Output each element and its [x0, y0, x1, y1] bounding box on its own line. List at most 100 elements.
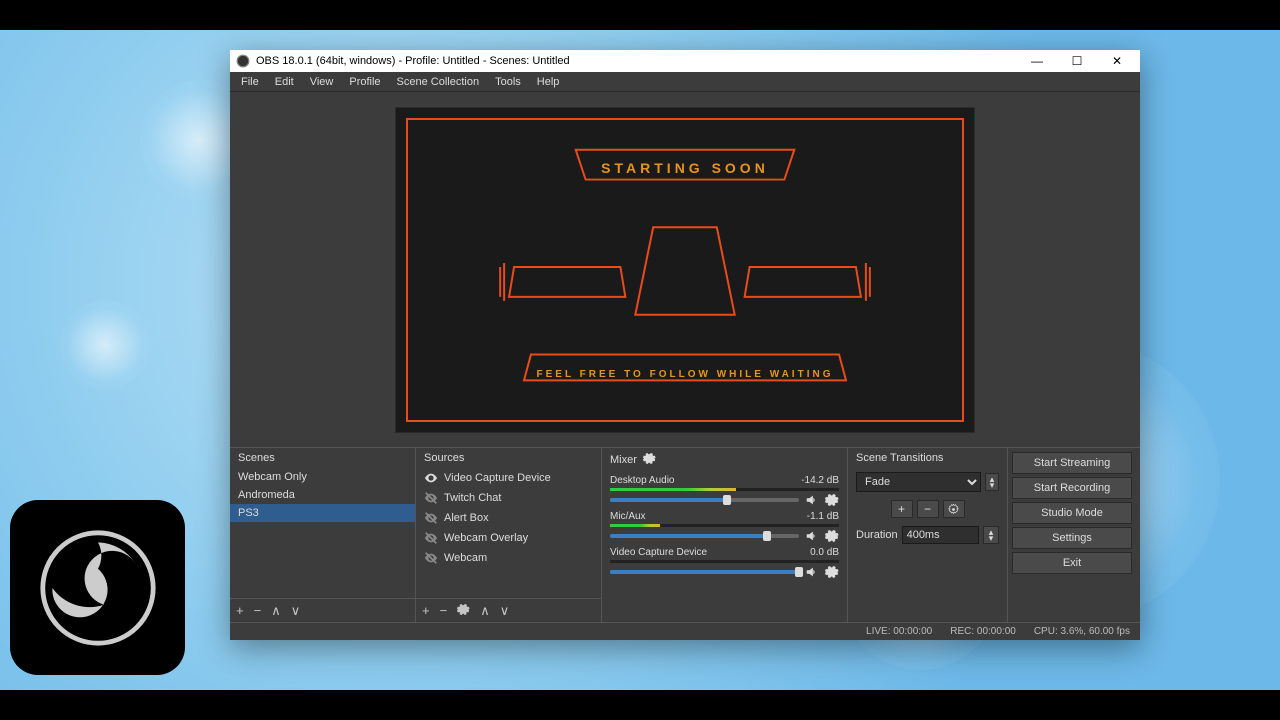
obs-window: OBS 18.0.1 (64bit, windows) - Profile: U…: [230, 50, 1140, 640]
source-row[interactable]: Twitch Chat: [416, 488, 601, 508]
preview-subtext: FEEL FREE TO FOLLOW WHILE WAITING: [537, 369, 834, 380]
menu-tools[interactable]: Tools: [488, 74, 528, 90]
source-add-button[interactable]: +: [422, 603, 430, 618]
visibility-icon[interactable]: [424, 551, 438, 565]
channel-name: Video Capture Device: [610, 547, 707, 558]
source-down-button[interactable]: ∨: [500, 603, 510, 619]
minimize-button[interactable]: —: [1020, 50, 1054, 72]
speaker-icon[interactable]: [805, 529, 819, 543]
transitions-panel: Scene Transitions Fade ▴▾ + − Duration ▴…: [848, 448, 1008, 622]
transition-select[interactable]: Fade: [856, 472, 981, 492]
scene-row[interactable]: Andromeda: [230, 486, 415, 504]
sources-panel: Sources Video Capture Device Twitch Chat A…: [416, 448, 602, 622]
transition-spin-icon[interactable]: ▴▾: [985, 473, 999, 491]
mixer-settings-icon[interactable]: [643, 452, 656, 468]
scene-add-button[interactable]: +: [236, 603, 244, 618]
obs-logo-corner: [10, 500, 185, 675]
mixer-channel: Video Capture Device 0.0 dB: [602, 544, 847, 580]
transitions-header: Scene Transitions: [848, 448, 1007, 468]
start-streaming-button[interactable]: Start Streaming: [1012, 452, 1132, 474]
source-remove-button[interactable]: −: [440, 603, 448, 618]
sources-list[interactable]: Video Capture Device Twitch Chat Alert Box…: [416, 468, 601, 598]
source-up-button[interactable]: ∧: [480, 603, 490, 619]
source-row[interactable]: Video Capture Device: [416, 468, 601, 488]
source-row[interactable]: Webcam: [416, 548, 601, 568]
preview-heading: STARTING SOON: [601, 160, 769, 176]
channel-gear-icon[interactable]: [825, 529, 839, 543]
mixer-header: Mixer: [602, 448, 847, 472]
channel-name: Desktop Audio: [610, 475, 675, 486]
menu-view[interactable]: View: [303, 74, 341, 90]
bottom-panels: Scenes Webcam OnlyAndromedaPS3 + − ∧ ∨ S…: [230, 447, 1140, 622]
mixer-list: Desktop Audio -14.2 dB Mic/Aux -1.1 dB Video…: [602, 472, 847, 622]
settings-button[interactable]: Settings: [1012, 527, 1132, 549]
speaker-icon[interactable]: [805, 493, 819, 507]
speaker-icon[interactable]: [805, 565, 819, 579]
menu-scene-collection[interactable]: Scene Collection: [390, 74, 487, 90]
menu-help[interactable]: Help: [530, 74, 567, 90]
source-label: Webcam Overlay: [444, 532, 528, 544]
audio-meter: [610, 488, 839, 491]
transition-remove-button[interactable]: −: [917, 500, 939, 518]
maximize-button[interactable]: ☐: [1060, 50, 1094, 72]
scene-remove-button[interactable]: −: [254, 603, 262, 618]
obs-icon: [236, 54, 250, 68]
audio-meter: [610, 524, 839, 527]
duration-spin-icon[interactable]: ▴▾: [983, 526, 999, 544]
start-recording-button[interactable]: Start Recording: [1012, 477, 1132, 499]
menu-profile[interactable]: Profile: [342, 74, 387, 90]
sources-toolbar: + − ∧ ∨: [416, 598, 601, 622]
status-rec: REC: 00:00:00: [950, 626, 1016, 637]
sources-header: Sources: [416, 448, 601, 468]
scene-up-button[interactable]: ∧: [271, 603, 281, 619]
close-button[interactable]: ✕: [1100, 50, 1134, 72]
menu-file[interactable]: File: [234, 74, 266, 90]
source-row[interactable]: Alert Box: [416, 508, 601, 528]
status-cpu: CPU: 3.6%, 60.00 fps: [1034, 626, 1130, 637]
visibility-icon[interactable]: [424, 531, 438, 545]
exit-button[interactable]: Exit: [1012, 552, 1132, 574]
volume-slider[interactable]: [610, 534, 799, 538]
source-label: Video Capture Device: [444, 472, 551, 484]
studio-mode-button[interactable]: Studio Mode: [1012, 502, 1132, 524]
visibility-icon[interactable]: [424, 471, 438, 485]
source-label: Alert Box: [444, 512, 489, 524]
transition-add-button[interactable]: +: [891, 500, 913, 518]
statusbar: LIVE: 00:00:00 REC: 00:00:00 CPU: 3.6%, …: [230, 622, 1140, 640]
source-row[interactable]: Webcam Overlay: [416, 528, 601, 548]
channel-db: 0.0 dB: [810, 547, 839, 558]
visibility-icon[interactable]: [424, 491, 438, 505]
transition-settings-button[interactable]: [943, 500, 965, 518]
channel-db: -14.2 dB: [801, 475, 839, 486]
channel-name: Mic/Aux: [610, 511, 646, 522]
source-settings-button[interactable]: [457, 603, 470, 619]
scenes-toolbar: + − ∧ ∨: [230, 598, 415, 622]
menubar: File Edit View Profile Scene Collection …: [230, 72, 1140, 92]
mixer-channel: Desktop Audio -14.2 dB: [602, 472, 847, 508]
titlebar: OBS 18.0.1 (64bit, windows) - Profile: U…: [230, 50, 1140, 72]
status-live: LIVE: 00:00:00: [866, 626, 932, 637]
scenes-panel: Scenes Webcam OnlyAndromedaPS3 + − ∧ ∨: [230, 448, 416, 622]
preview-canvas: STARTING SOON FEEL FREE TO FOLLOW WHILE …: [395, 107, 975, 433]
source-label: Webcam: [444, 552, 487, 564]
scene-row[interactable]: PS3: [230, 504, 415, 522]
scenes-header: Scenes: [230, 448, 415, 468]
volume-slider[interactable]: [610, 498, 799, 502]
scene-row[interactable]: Webcam Only: [230, 468, 415, 486]
controls-panel: Start Streaming Start Recording Studio M…: [1008, 448, 1136, 622]
mixer-channel: Mic/Aux -1.1 dB: [602, 508, 847, 544]
volume-slider[interactable]: [610, 570, 799, 574]
scene-down-button[interactable]: ∨: [291, 603, 301, 619]
channel-db: -1.1 dB: [807, 511, 839, 522]
source-label: Twitch Chat: [444, 492, 501, 504]
channel-gear-icon[interactable]: [825, 565, 839, 579]
scenes-list[interactable]: Webcam OnlyAndromedaPS3: [230, 468, 415, 598]
audio-meter: [610, 560, 839, 563]
preview-area[interactable]: STARTING SOON FEEL FREE TO FOLLOW WHILE …: [230, 92, 1140, 447]
menu-edit[interactable]: Edit: [268, 74, 301, 90]
duration-input[interactable]: [902, 526, 979, 544]
duration-label: Duration: [856, 529, 898, 541]
visibility-icon[interactable]: [424, 511, 438, 525]
channel-gear-icon[interactable]: [825, 493, 839, 507]
mixer-panel: Mixer Desktop Audio -14.2 dB Mic/Aux -1.1 d…: [602, 448, 848, 622]
